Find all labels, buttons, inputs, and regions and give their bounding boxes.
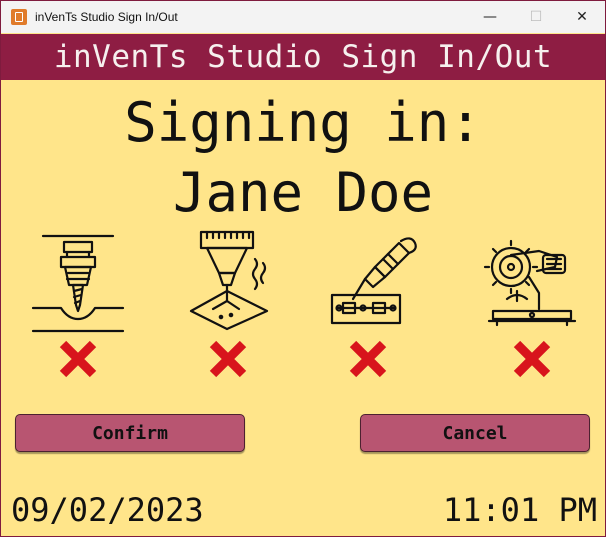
minimize-button[interactable]: — (467, 1, 513, 33)
cancel-button[interactable]: Cancel (360, 414, 590, 452)
signing-label: Signing in: (124, 91, 482, 154)
miter-saw-icon (483, 239, 577, 327)
app-window: inVenTs Studio Sign In/Out — ☐ ✕ inVenTs… (0, 0, 606, 537)
confirm-button[interactable]: Confirm (15, 414, 245, 452)
laser-cutter-icon (189, 230, 269, 331)
not-authorized-x-icon (209, 340, 247, 378)
tool-laser-cutter (173, 229, 283, 379)
soldering-iron-icon (330, 237, 417, 325)
close-button[interactable]: ✕ (559, 1, 605, 33)
not-authorized-x-icon (513, 340, 551, 378)
header-banner: inVenTs Studio Sign In/Out (1, 34, 605, 80)
app-icon (11, 9, 27, 25)
maximize-button: ☐ (529, 9, 543, 25)
current-date: 09/02/2023 (11, 491, 204, 529)
not-authorized-x-icon (59, 340, 97, 378)
tool-drill-press (23, 229, 133, 379)
user-name: Jane Doe (172, 161, 434, 224)
window-controls: — ☐ ✕ (467, 1, 605, 33)
tool-miter-saw (477, 229, 587, 379)
tool-soldering-station (313, 229, 423, 379)
not-authorized-x-icon (349, 340, 387, 378)
drill-press-icon (31, 234, 125, 333)
title-bar[interactable]: inVenTs Studio Sign In/Out — ☐ ✕ (1, 1, 605, 33)
window-title: inVenTs Studio Sign In/Out (35, 10, 178, 24)
current-time: 11:01 PM (442, 491, 597, 529)
